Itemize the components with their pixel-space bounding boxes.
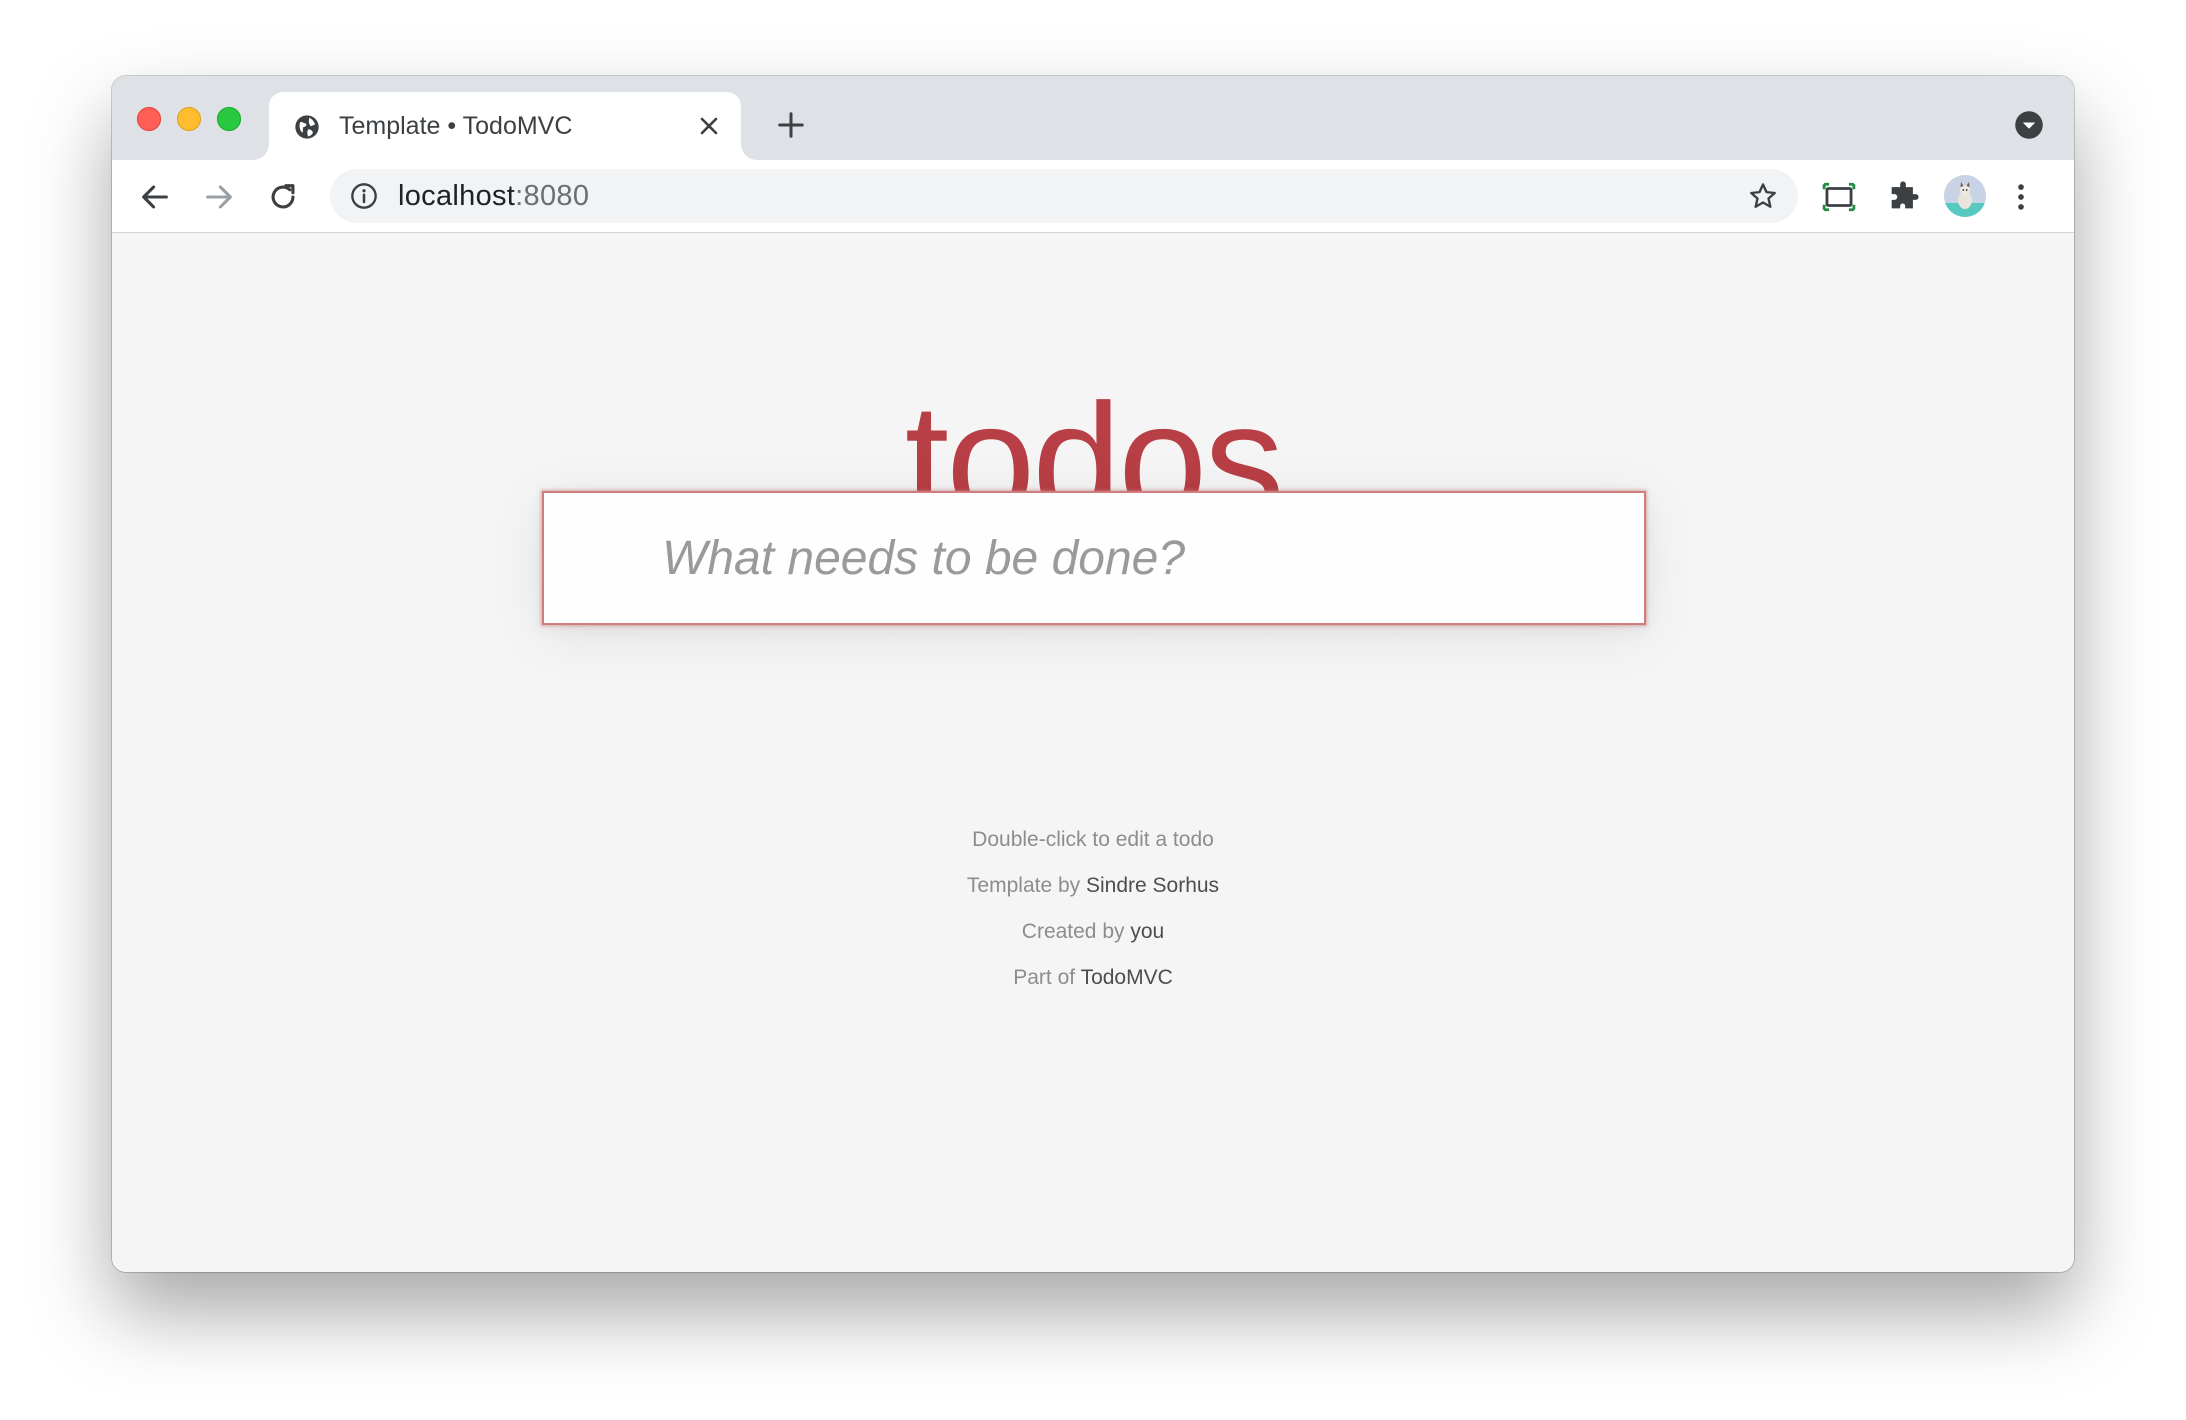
arrow-right-icon[interactable] (202, 180, 236, 214)
minimize-window-button[interactable] (177, 107, 201, 131)
browser-window: Template • TodoMVC localhost:8080 todos … (112, 76, 2074, 1272)
url-host: localhost (398, 180, 516, 212)
sindre-sorhus-link[interactable]: Sindre Sorhus (1086, 874, 1219, 897)
arrow-left-icon[interactable] (138, 180, 172, 214)
zoom-window-button[interactable] (217, 107, 241, 131)
you-link[interactable]: you (1130, 920, 1164, 943)
todomvc-link[interactable]: TodoMVC (1081, 966, 1173, 989)
created-credit: Created by you (112, 919, 2074, 944)
puzzle-icon[interactable] (1886, 180, 1920, 214)
url-text: localhost:8080 (398, 180, 589, 213)
page-content: todos Double-click to edit a todo Templa… (112, 233, 2074, 1272)
address-bar[interactable]: localhost:8080 (330, 169, 1798, 223)
kebab-icon[interactable] (2004, 180, 2038, 214)
url-port: :8080 (515, 180, 590, 212)
profile-picture-icon (1944, 175, 1986, 217)
new-todo-input[interactable] (542, 491, 1646, 625)
close-icon[interactable] (697, 114, 721, 138)
reload-icon[interactable] (266, 180, 300, 214)
browser-toolbar: localhost:8080 (112, 160, 2074, 233)
chevron-down-icon[interactable] (2014, 110, 2044, 140)
globe-icon (295, 115, 319, 139)
close-window-button[interactable] (137, 107, 161, 131)
star-icon[interactable] (1748, 181, 1778, 211)
tab-strip: Template • TodoMVC (112, 76, 2074, 160)
template-credit-prefix: Template by (966, 874, 1086, 897)
tab-title: Template • TodoMVC (339, 112, 573, 140)
info-icon[interactable] (350, 182, 378, 210)
avatar[interactable] (1944, 175, 1986, 217)
info-footer: Double-click to edit a todo Template by … (112, 827, 2074, 1011)
created-credit-prefix: Created by (1021, 920, 1131, 943)
tab-active[interactable]: Template • TodoMVC (269, 92, 741, 160)
new-tab-icon[interactable] (776, 110, 806, 140)
screencast-icon[interactable] (1822, 180, 1856, 214)
new-todo-container (542, 491, 1646, 625)
template-credit: Template by Sindre Sorhus (112, 873, 2074, 898)
edit-hint: Double-click to edit a todo (972, 828, 1214, 851)
part-of-credit: Part of TodoMVC (112, 965, 2074, 990)
part-of-prefix: Part of (1013, 966, 1081, 989)
